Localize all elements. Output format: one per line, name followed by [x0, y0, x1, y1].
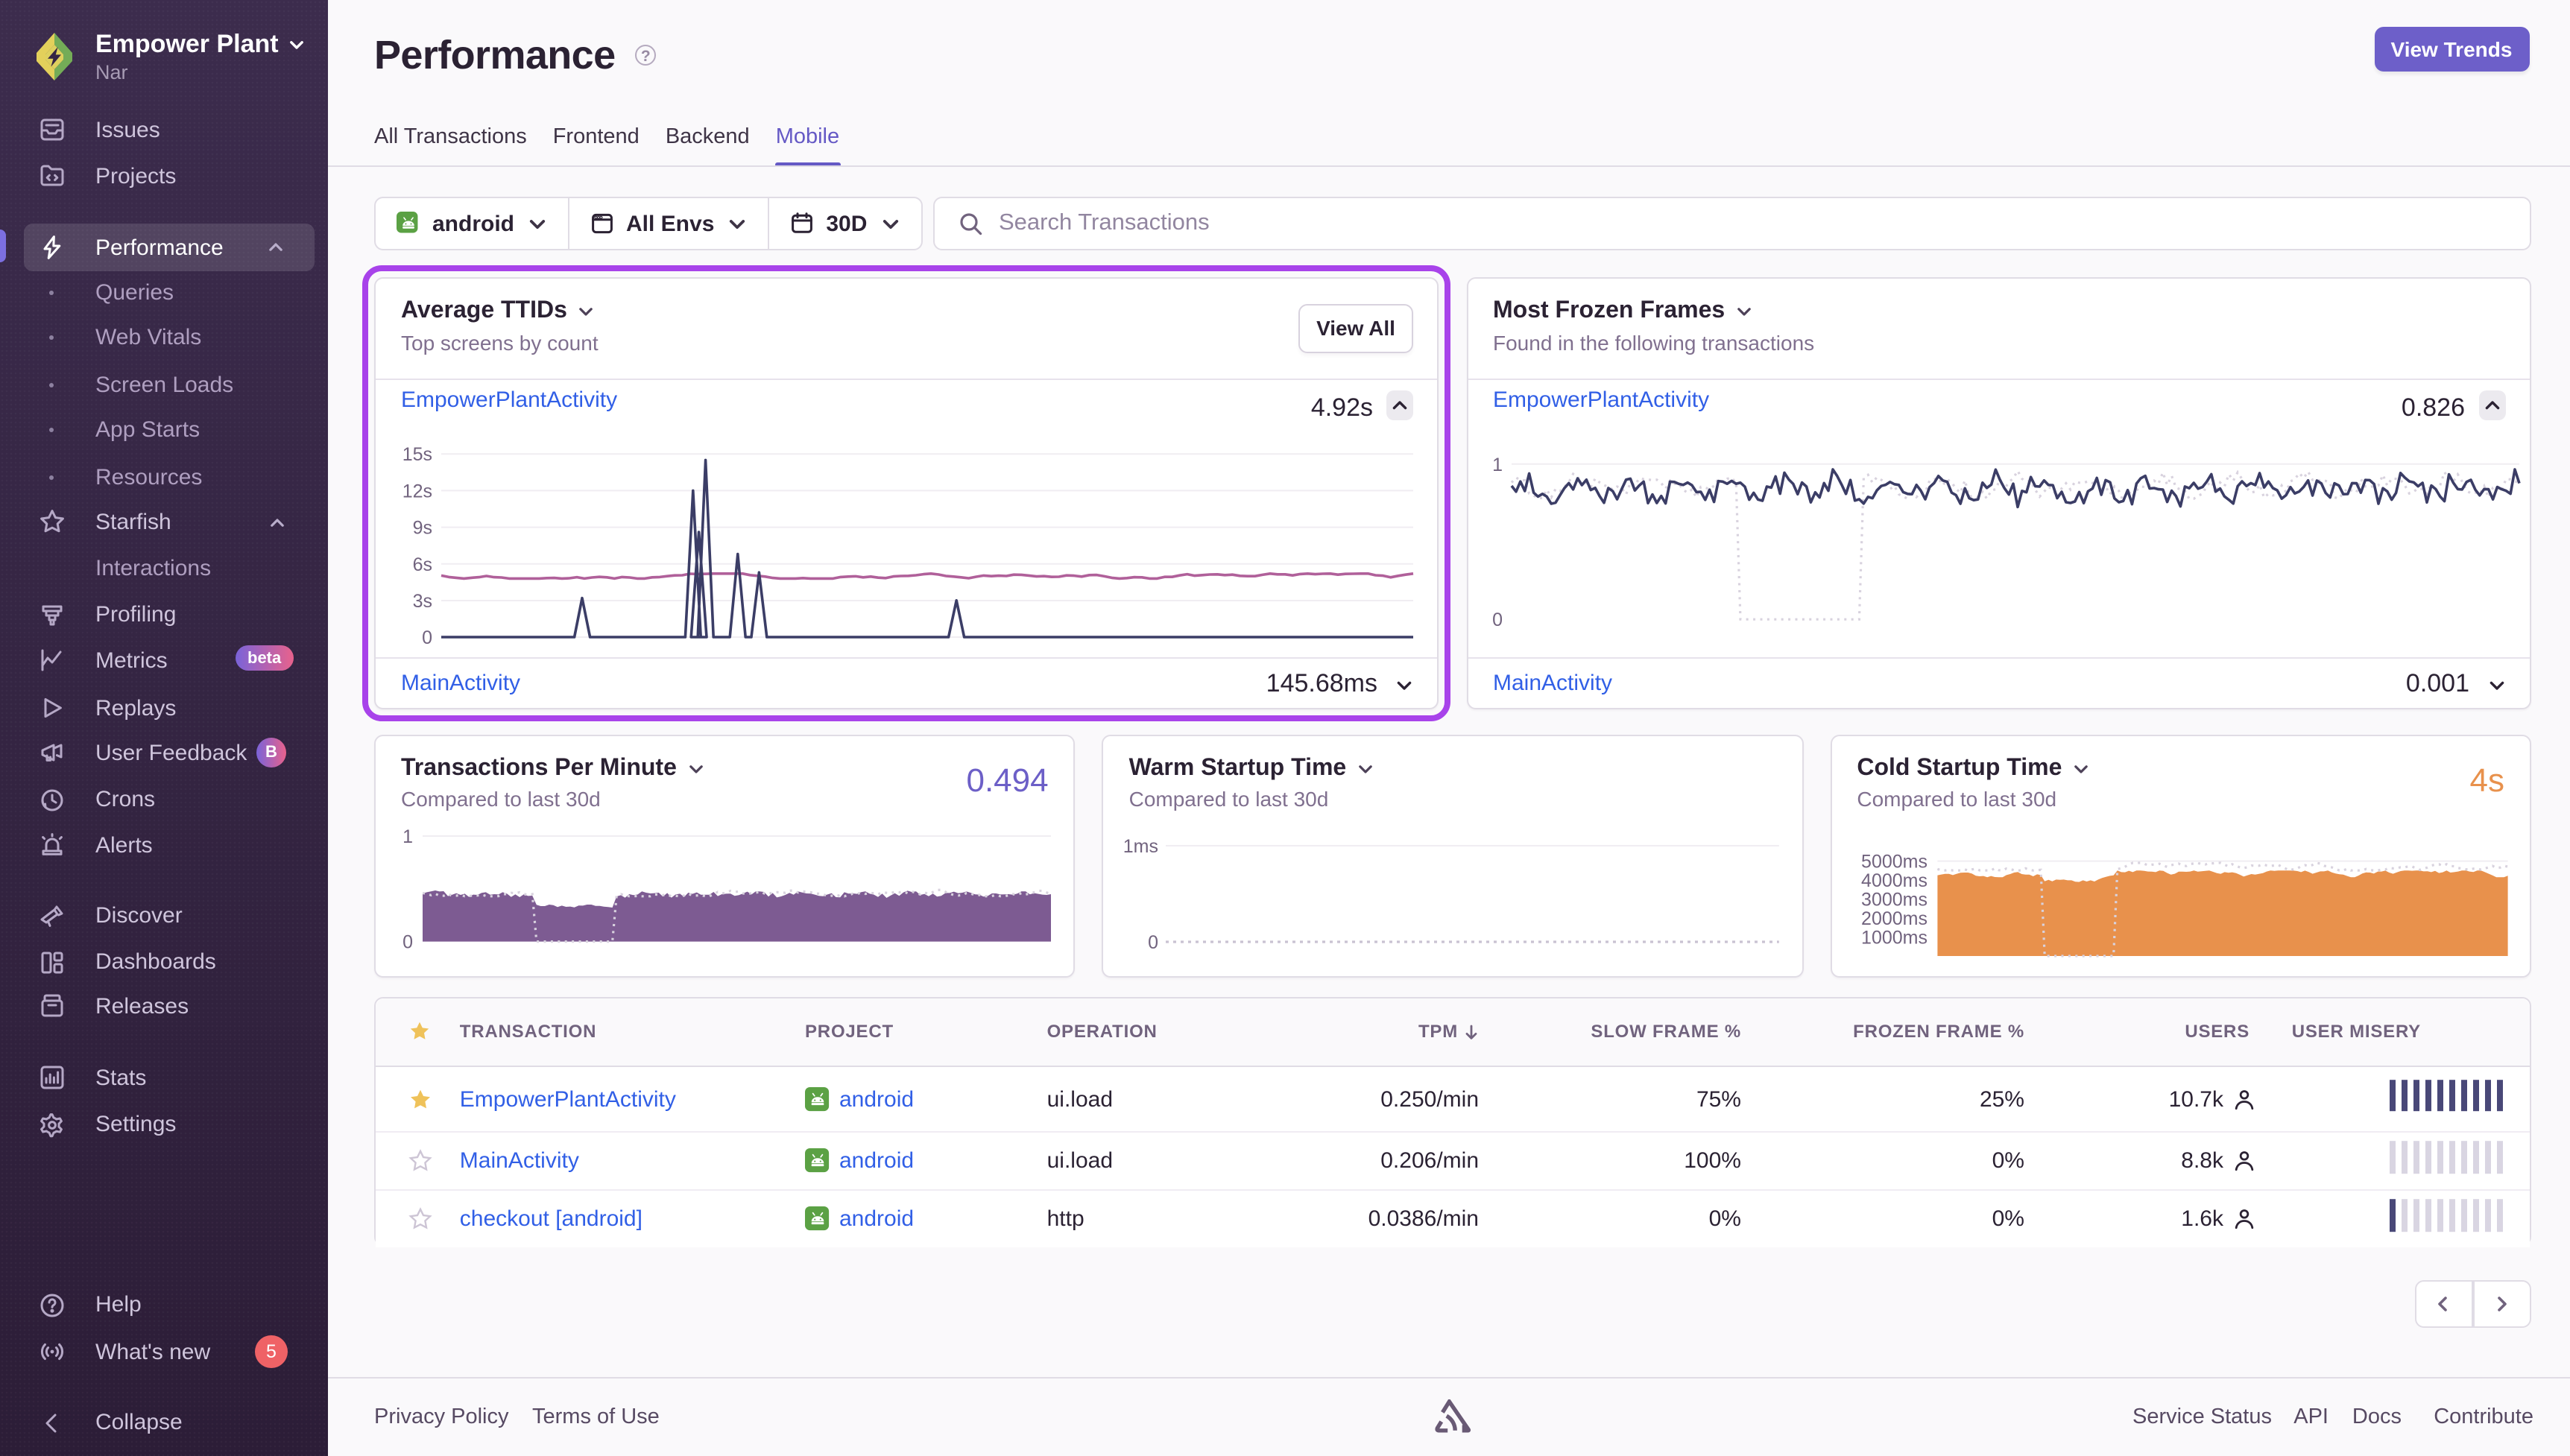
- svg-text:0: 0: [422, 627, 432, 648]
- svg-text:1: 1: [402, 826, 413, 846]
- svg-text:4000ms: 4000ms: [1860, 870, 1927, 890]
- svg-text:3000ms: 3000ms: [1860, 889, 1927, 910]
- svg-text:6s: 6s: [413, 554, 432, 575]
- svg-text:15s: 15s: [402, 444, 432, 465]
- svg-text:0: 0: [402, 931, 413, 952]
- svg-text:1ms: 1ms: [1123, 835, 1158, 856]
- svg-text:5000ms: 5000ms: [1860, 851, 1927, 872]
- svg-text:3s: 3s: [413, 591, 432, 612]
- svg-text:2000ms: 2000ms: [1860, 908, 1927, 928]
- svg-text:9s: 9s: [413, 518, 432, 539]
- svg-text:1000ms: 1000ms: [1860, 927, 1927, 948]
- svg-text:1: 1: [1491, 455, 1502, 475]
- svg-text:12s: 12s: [402, 481, 432, 501]
- svg-text:0: 0: [1149, 931, 1159, 952]
- svg-text:0: 0: [1491, 610, 1502, 630]
